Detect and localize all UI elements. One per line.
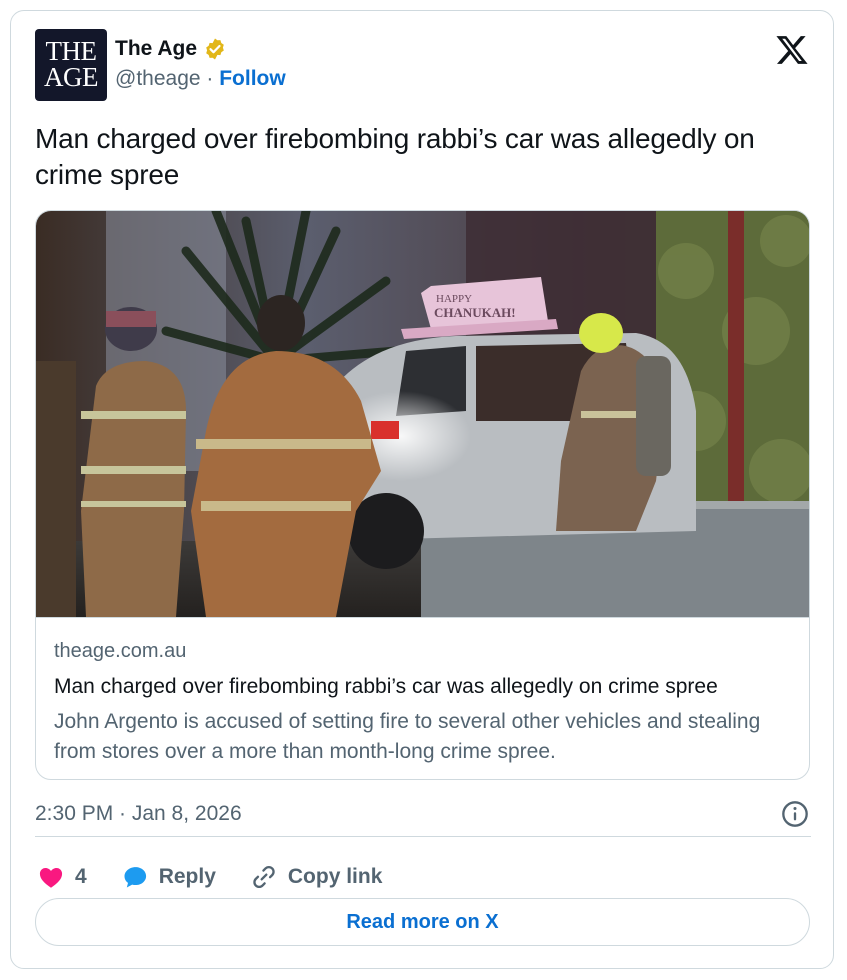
reply-bubble-icon [124, 867, 146, 888]
link-icon [253, 865, 275, 889]
link-preview-meta: theage.com.au Man charged over firebombi… [36, 617, 809, 779]
copy-link-label: Copy link [287, 865, 383, 888]
account-handle[interactable]: @theage [115, 67, 201, 90]
handle-separator: · [200, 67, 220, 90]
image-sign-line-1: HAPPY [436, 293, 472, 305]
like-button[interactable]: 4 [37, 863, 87, 891]
reply-label: Reply [158, 865, 216, 888]
image-sign-line-2: CHANUKAH! [434, 305, 516, 320]
follow-button[interactable]: Follow [219, 67, 286, 90]
tweet-header: THE AGE The Age @theage · Follow [35, 29, 809, 103]
account-name[interactable]: The Age [115, 37, 197, 61]
article-image: HAPPY CHANUKAH! [36, 211, 809, 617]
link-preview-card[interactable]: HAPPY CHANUKAH! theage.com.au Man charge… [35, 210, 810, 780]
action-bar: 4 Reply Copy link [37, 849, 416, 905]
link-title: Man charged over firebombing rabbi’s car… [54, 675, 718, 698]
divider [35, 836, 811, 837]
x-logo-icon[interactable] [775, 33, 809, 67]
logo-line-2: AGE [44, 62, 99, 92]
info-icon[interactable] [781, 800, 809, 828]
heart-icon [39, 868, 63, 888]
copy-link-button[interactable]: Copy link [250, 863, 383, 891]
account-info: The Age @theage · Follow [115, 37, 286, 91]
timestamp-row: 2:30 PM · Jan 8, 2026 [35, 792, 811, 836]
tweet-embed-card: THE AGE The Age @theage · Follow Man cha… [10, 10, 834, 969]
link-domain: theage.com.au [54, 640, 187, 662]
verified-badge-icon [206, 38, 224, 60]
link-description: John Argento is accused of setting fire … [54, 710, 761, 763]
reply-button[interactable]: Reply [121, 863, 216, 891]
read-more-button[interactable]: Read more on X [35, 898, 810, 946]
the-age-logo[interactable]: THE AGE [35, 29, 107, 101]
tweet-text: Man charged over firebombing rabbi’s car… [35, 123, 755, 190]
like-count: 4 [75, 865, 87, 888]
timestamp[interactable]: 2:30 PM · Jan 8, 2026 [35, 802, 242, 826]
